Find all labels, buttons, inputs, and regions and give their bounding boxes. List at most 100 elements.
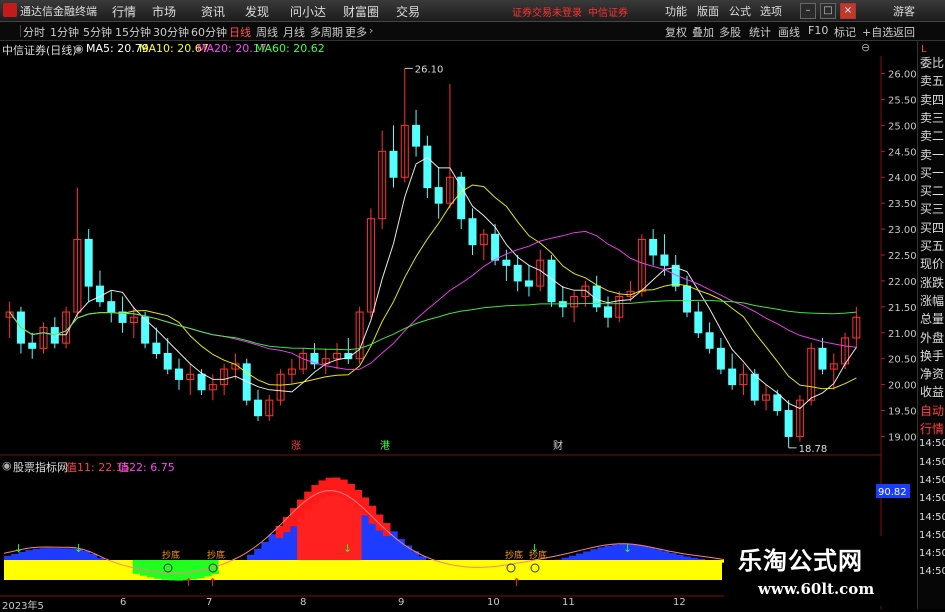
- indicator-bar: [569, 556, 577, 560]
- sidebar-item-15[interactable]: 外盘: [920, 329, 944, 346]
- indicator-bar: [40, 548, 48, 560]
- period-5min[interactable]: 5分钟: [83, 24, 112, 40]
- period-weekly[interactable]: 周线: [256, 24, 278, 40]
- period-1min[interactable]: 1分钟: [50, 24, 79, 40]
- sidebar-item-14[interactable]: 总量: [920, 310, 944, 327]
- tool-add-watchlist[interactable]: +自选: [862, 24, 893, 40]
- date-axis-label: 10: [487, 597, 500, 608]
- tool-fuquan[interactable]: 复权: [665, 24, 687, 40]
- price-tick-label: 19.00: [888, 432, 917, 443]
- tool-biaoji[interactable]: 标记: [834, 24, 856, 40]
- candle-body: [108, 302, 115, 312]
- indicator-peak: [319, 480, 327, 498]
- price-tick-label: 23.00: [888, 225, 917, 236]
- broker-name[interactable]: 中信证券: [588, 4, 628, 19]
- period-multi[interactable]: 多周期: [310, 24, 343, 40]
- sidebar-item-16[interactable]: 换手: [920, 347, 944, 364]
- guest-user[interactable]: 游客: [893, 3, 915, 19]
- sidebar-item-2[interactable]: 卖四: [920, 91, 944, 108]
- sidebar-item-23[interactable]: 14:50: [919, 475, 945, 486]
- sidebar-item-27[interactable]: 14:50: [919, 548, 945, 559]
- chevron-right-icon[interactable]: ›: [369, 24, 373, 37]
- menu-item-jiaoyi[interactable]: 交易: [396, 3, 420, 20]
- sidebar-item-26[interactable]: 14:50: [919, 530, 945, 541]
- menu-item-gongneng[interactable]: 功能: [665, 3, 687, 19]
- tool-huaxian[interactable]: 画线: [778, 24, 800, 40]
- menu-item-caifuquan[interactable]: 财富圈: [343, 3, 379, 20]
- close-button[interactable]: ×: [840, 3, 856, 19]
- indicator-name[interactable]: 股票指标网: [13, 459, 68, 475]
- menu-item-hangqing[interactable]: 行情: [112, 3, 136, 20]
- indicator-bar: [469, 560, 477, 573]
- sidebar-item-0[interactable]: 委比: [920, 54, 944, 71]
- candle-body: [774, 395, 781, 411]
- tool-diejia[interactable]: 叠加: [692, 24, 714, 40]
- menu-item-zixun[interactable]: 资讯: [201, 3, 225, 20]
- zoom-out-icon[interactable]: ⊖: [861, 41, 870, 54]
- period-15min[interactable]: 15分钟: [115, 24, 151, 40]
- ma60-label: MA60: 20.62: [255, 42, 325, 55]
- tool-duogu[interactable]: 多股: [719, 24, 741, 40]
- menu-item-xuanxiang[interactable]: 选项: [760, 3, 782, 19]
- sidebar-item-7[interactable]: 买二: [920, 182, 944, 199]
- sidebar-item-18[interactable]: 收益: [920, 383, 944, 400]
- sidebar-item-5[interactable]: 卖一: [920, 146, 944, 163]
- menu-item-banmian[interactable]: 版面: [697, 3, 719, 19]
- sidebar-item-1[interactable]: 卖五: [920, 72, 944, 89]
- sidebar-item-3[interactable]: 卖三: [920, 109, 944, 126]
- period-more[interactable]: 更多: [345, 24, 367, 40]
- login-status[interactable]: 证券交易未登录: [512, 4, 582, 19]
- menu-item-faxian[interactable]: 发现: [245, 3, 269, 20]
- period-30min[interactable]: 30分钟: [153, 24, 189, 40]
- sidebar-item-11[interactable]: 现价: [920, 255, 944, 272]
- sidebar-item-21[interactable]: 14:50: [919, 438, 945, 449]
- kline-chart[interactable]: 26.0025.5025.0024.5024.0023.5023.0022.50…: [0, 56, 917, 609]
- indicator-bar: [669, 553, 677, 560]
- tool-f10[interactable]: F10: [808, 24, 828, 37]
- sidebar-item-19[interactable]: 自动: [920, 402, 944, 419]
- sidebar-item-6[interactable]: 买一: [920, 164, 944, 181]
- period-daily[interactable]: 日线: [229, 24, 251, 40]
- menu-item-wenxiaoda[interactable]: 问小达: [290, 3, 326, 20]
- menu-bar: 通达信金融终端 行情 市场 资讯 发现 问小达 财富圈 交易 证券交易未登录 中…: [0, 0, 945, 22]
- period-fenshi[interactable]: 分时: [23, 24, 45, 40]
- minimize-button[interactable]: –: [800, 3, 816, 19]
- sidebar-item-9[interactable]: 买四: [920, 219, 944, 236]
- sidebar-item-20[interactable]: 行情: [920, 420, 944, 437]
- indicator-bar: [254, 549, 262, 560]
- price-tick-label: 19.50: [888, 407, 917, 418]
- candle-body: [684, 286, 691, 312]
- candle-body: [390, 151, 397, 177]
- menu-item-shichang[interactable]: 市场: [152, 3, 176, 20]
- menu-item-gongshi[interactable]: 公式: [729, 3, 751, 19]
- sidebar-item-22[interactable]: 14:50: [919, 457, 945, 468]
- price-tick-label: 26.00: [888, 70, 917, 81]
- tool-tongji[interactable]: 统计: [749, 24, 771, 40]
- indicator-settings-icon[interactable]: ◉: [2, 459, 12, 472]
- sidebar-item-28[interactable]: 14:50: [919, 566, 945, 577]
- sidebar-item-12[interactable]: 涨跌: [920, 274, 944, 291]
- indicator-peak: [283, 517, 291, 532]
- sidebar-item-25[interactable]: 14:50: [919, 512, 945, 523]
- candle-body: [695, 312, 702, 333]
- sidebar-item-24[interactable]: 14:50: [919, 493, 945, 504]
- indicator-bar: [605, 546, 613, 560]
- period-60min[interactable]: 60分钟: [191, 24, 227, 40]
- candle-body: [51, 328, 58, 344]
- sidebar-item-17[interactable]: 净资: [920, 365, 944, 382]
- indicator-bar: [648, 547, 656, 560]
- sidebar-item-13[interactable]: 涨幅: [920, 292, 944, 309]
- date-axis-label: 8: [300, 597, 306, 608]
- price-tick-label: 21.50: [888, 303, 917, 314]
- tool-back[interactable]: 返回: [893, 24, 915, 40]
- period-monthly[interactable]: 月线: [283, 24, 305, 40]
- settings-circle-icon[interactable]: ◉: [74, 42, 84, 55]
- indicator-bar: [247, 555, 255, 560]
- maximize-button[interactable]: □: [820, 3, 836, 19]
- arrow-down-icon: ↓: [343, 542, 352, 555]
- sidebar-item-10[interactable]: 买五: [920, 237, 944, 254]
- sidebar-item-4[interactable]: 卖二: [920, 127, 944, 144]
- candle-body: [469, 219, 476, 245]
- sidebar-item-8[interactable]: 买三: [920, 200, 944, 217]
- arrow-up-icon: ↑: [184, 576, 193, 589]
